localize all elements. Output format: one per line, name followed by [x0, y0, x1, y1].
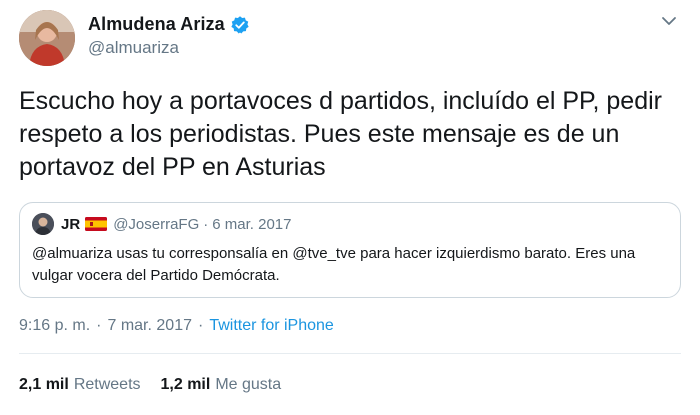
separator-dot: ·	[96, 317, 102, 334]
quoted-tweet-header: JR @JoserraFG · 6 mar. 2017	[32, 213, 291, 235]
quoted-author-handle[interactable]: @JoserraFG	[113, 216, 199, 233]
separator-dot: ·	[197, 317, 204, 334]
likes-label: Me gusta	[215, 376, 282, 393]
tweet-text: Escucho hoy a portavoces d partidos, inc…	[19, 87, 662, 181]
retweets-stat[interactable]: 2,1 mil Retweets	[19, 376, 141, 394]
tweet-date[interactable]: 7 mar. 2017	[107, 317, 192, 335]
tweet-meta: 9:16 p. m. · 7 mar. 2017 · Twitter for i…	[19, 317, 334, 335]
separator-dot: ·	[203, 215, 209, 233]
quoted-tweet-date[interactable]: 6 mar. 2017	[212, 216, 291, 233]
likes-count: 1,2 mil	[160, 376, 211, 393]
retweets-label: Retweets	[73, 376, 141, 393]
quoted-tweet[interactable]: JR @JoserraFG · 6 mar. 2017 @almuariza u…	[19, 202, 681, 298]
quoted-tweet-text: @almuariza usas tu corresponsalía en @tv…	[32, 245, 636, 284]
author-name-row: Almudena Ariza	[88, 14, 250, 35]
author-avatar[interactable]	[19, 10, 75, 66]
tweet-source-link[interactable]: Twitter for iPhone	[209, 317, 334, 335]
author-handle[interactable]: @almuariza	[88, 38, 179, 58]
spain-flag-icon	[85, 217, 108, 231]
author-display-name[interactable]: Almudena Ariza	[88, 14, 225, 35]
divider	[19, 353, 681, 354]
verified-icon	[230, 15, 250, 35]
likes-stat[interactable]: 1,2 mil Me gusta	[161, 376, 282, 394]
retweets-count: 2,1 mil	[19, 376, 69, 393]
tweet-stats: 2,1 mil Retweets 1,2 mil Me gusta	[19, 376, 301, 394]
quoted-author-avatar[interactable]	[32, 213, 54, 235]
chevron-down-icon[interactable]	[660, 14, 678, 28]
tweet-card: Almudena Ariza @almuariza Escucho hoy a …	[0, 0, 700, 415]
avatar-photo	[19, 10, 75, 66]
quoted-author-name[interactable]: JR	[61, 216, 80, 233]
tweet-time[interactable]: 9:16 p. m.	[19, 317, 90, 335]
